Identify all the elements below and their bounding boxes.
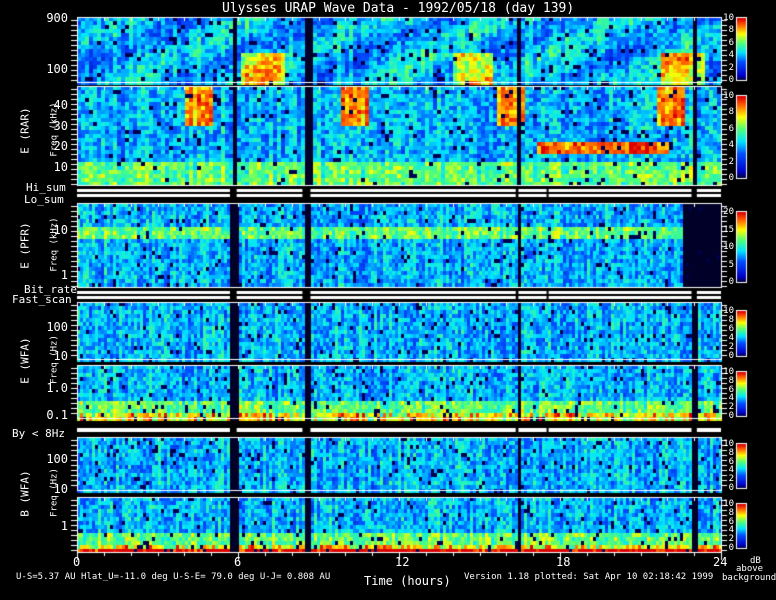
colorbar-tick: 20 [723,207,734,217]
colorbar-tick: 0 [728,411,734,421]
colorbar-tick: 2 [728,156,734,167]
colorbar-tick: 8 [728,25,734,36]
colorbar-tick: 0 [728,277,734,287]
status-label-fast-scan: Fast_scan [12,293,72,306]
ytick: 30 [53,119,68,133]
colorbar-tick: 10 [723,13,734,23]
status-label-by-8hz: By < 8Hz [12,427,65,440]
ytick: 100 [46,452,68,466]
spectrogram-canvas [0,0,776,600]
colorbar-tick: 6 [728,123,734,134]
xtick: 12 [395,555,410,569]
ytick: 10 [53,223,68,237]
ytick: 100 [46,320,68,334]
colorbar-unit-background: background [722,573,776,583]
colorbar-tick: 5 [728,259,734,270]
xtick: 18 [556,555,571,569]
status-label-hi-sum: Hi_sum [26,181,66,194]
colorbar-tick: 10 [723,91,734,101]
ytick: 10 [53,482,68,496]
colorbar-tick: 0 [728,173,734,183]
colorbar-tick: 8 [728,107,734,118]
colorbar-tick: 0 [728,543,734,553]
ytick: 1 [60,519,68,533]
ytick: 1.0 [46,381,68,395]
ytick: 20 [53,139,68,153]
colorbar-tick: 0 [728,75,734,85]
colorbar-tick: 4 [728,50,734,61]
chart-title: Ulysses URAP Wave Data - 1992/05/18 (day… [222,1,575,16]
ytick: 0.1 [46,408,68,422]
colorbar-tick: 2 [728,62,734,73]
colorbar-tick: 6 [728,37,734,48]
xtick: 24 [713,555,728,569]
ytick: 10 [53,160,68,174]
ytick: 10 [53,349,68,363]
ytick: 40 [53,98,68,112]
colorbar-tick: 0 [728,351,734,361]
orbit-info: U-S=5.37 AU Hlat_U=-11.0 deg U-S-E= 79.0… [16,572,331,582]
colorbar-tick: 0 [728,483,734,493]
version-info: Version 1.18 plotted: Sat Apr 10 02:18:4… [464,572,714,582]
xtick: 6 [234,555,242,569]
ytick: 900 [46,11,68,25]
colorbar-tick: 4 [728,140,734,151]
urap-plot: Ulysses URAP Wave Data - 1992/05/18 (day… [0,0,776,600]
status-label-lo-sum: Lo_sum [24,193,64,206]
ytick: 1 [60,268,68,282]
x-axis-label: Time (hours) [364,574,451,588]
xtick: 0 [73,555,81,569]
colorbar-tick: 15 [723,224,734,235]
ytick: 100 [46,62,68,76]
colorbar-tick: 10 [723,242,734,252]
